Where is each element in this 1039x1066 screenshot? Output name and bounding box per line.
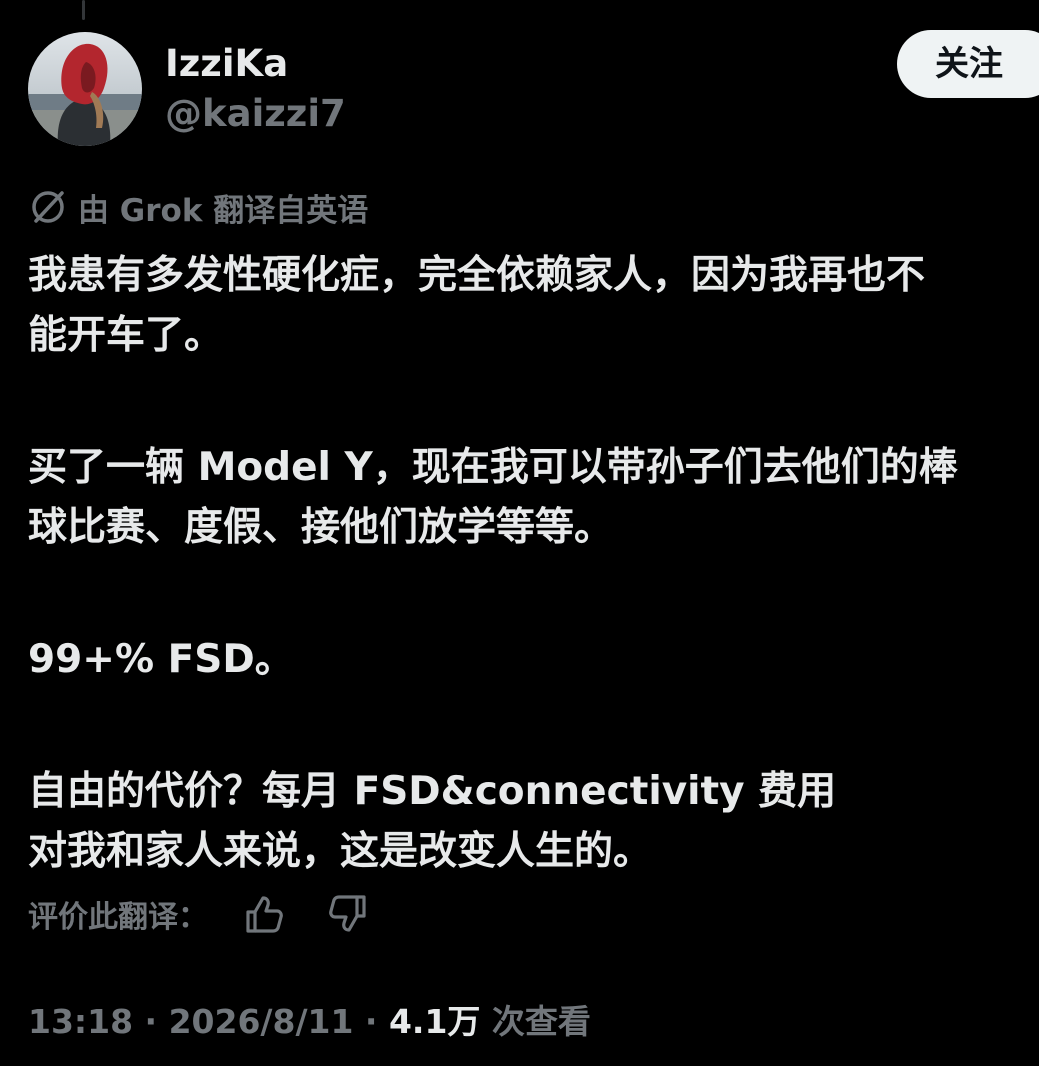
tweet-paragraph: 买了一辆 Model Y，现在我可以带孙子们去他们的棒 球比赛、度假、接他们放学… bbox=[28, 438, 1039, 558]
meta-separator: · bbox=[144, 1002, 169, 1041]
tweet-line: 球比赛、度假、接他们放学等等。 bbox=[28, 505, 614, 550]
thumbs-up-icon[interactable] bbox=[242, 892, 286, 936]
tweet-line: 能开车了。 bbox=[28, 313, 224, 358]
view-count[interactable]: 4.1万 bbox=[389, 1002, 480, 1041]
tweet-header: IzziKa @kaizzi7 关注 bbox=[28, 30, 1039, 148]
view-count-label: 次查看 bbox=[491, 1002, 591, 1041]
avatar-red-hood-icon bbox=[28, 32, 142, 146]
meta-separator: · bbox=[364, 1002, 389, 1041]
thumbs-down-icon[interactable] bbox=[326, 892, 370, 936]
thread-connector-line bbox=[82, 0, 85, 20]
tweet-time[interactable]: 13:18 bbox=[28, 1002, 133, 1041]
rate-translation-row: 评价此翻译： bbox=[28, 892, 410, 936]
tweet-text: 我患有多发性硬化症，完全依赖家人，因为我再也不 能开车了。 买了一辆 Model… bbox=[28, 246, 1039, 882]
user-display-name[interactable]: IzziKa bbox=[165, 43, 288, 85]
tweet-paragraph: 我患有多发性硬化症，完全依赖家人，因为我再也不 能开车了。 bbox=[28, 246, 1039, 366]
tweet-line: 对我和家人来说，这是改变人生的。 bbox=[28, 829, 653, 874]
tweet-line: 99+% FSD。 bbox=[28, 637, 294, 682]
rate-translation-label: 评价此翻译： bbox=[28, 900, 208, 935]
tweet-paragraph: 自由的代价？每月 FSD&connectivity 费用 对我和家人来说，这是改… bbox=[28, 762, 1039, 882]
user-handle[interactable]: @kaizzi7 bbox=[165, 93, 346, 135]
tweet-paragraph: 99+% FSD。 bbox=[28, 630, 1039, 690]
avatar[interactable] bbox=[28, 32, 142, 146]
tweet-line: 我患有多发性硬化症，完全依赖家人，因为我再也不 bbox=[28, 253, 926, 298]
grok-icon bbox=[32, 191, 64, 223]
tweet-line: 买了一辆 Model Y，现在我可以带孙子们去他们的棒 bbox=[28, 445, 958, 490]
translation-notice[interactable]: 由 Grok 翻译自英语 bbox=[28, 185, 368, 229]
tweet-line: 自由的代价？每月 FSD&connectivity 费用 bbox=[28, 769, 837, 814]
translation-label: 由 Grok 翻译自英语 bbox=[78, 192, 369, 229]
follow-button[interactable]: 关注 bbox=[897, 30, 1039, 98]
tweet-meta: 13:18 · 2026/8/11 · 4.1万 次查看 bbox=[28, 1000, 591, 1044]
tweet-date[interactable]: 2026/8/11 bbox=[169, 1002, 354, 1041]
